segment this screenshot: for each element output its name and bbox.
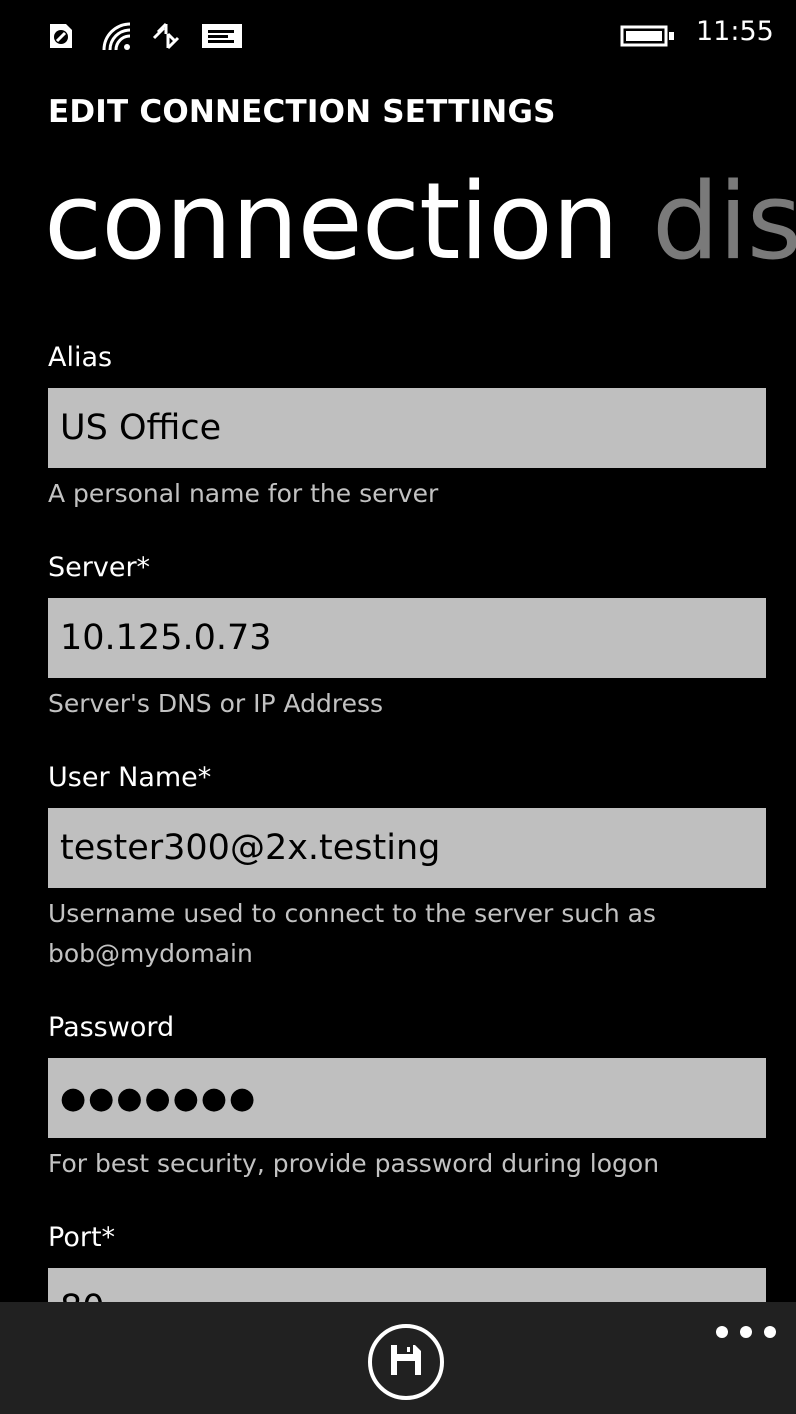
bluetooth-icon bbox=[150, 20, 182, 52]
password-label: Password bbox=[48, 1012, 175, 1043]
alias-field-group: Alias US Office A personal name for the … bbox=[48, 336, 766, 514]
pivot-header: connection dis bbox=[44, 152, 796, 292]
port-label: Port* bbox=[48, 1222, 116, 1253]
save-icon bbox=[388, 1342, 424, 1382]
server-help-text: Server's DNS or IP Address bbox=[48, 689, 384, 718]
save-button[interactable] bbox=[368, 1324, 444, 1400]
app-bar bbox=[0, 1302, 796, 1414]
wifi-signal-icon bbox=[100, 20, 134, 52]
more-icon-dot bbox=[764, 1326, 776, 1338]
alias-input[interactable]: US Office bbox=[48, 388, 766, 468]
alias-label: Alias bbox=[48, 342, 113, 373]
more-options-button[interactable] bbox=[716, 1322, 776, 1342]
password-input[interactable]: ●●●●●●● bbox=[48, 1058, 766, 1138]
username-help-text: Username used to connect to the server s… bbox=[48, 899, 656, 968]
more-icon-dot bbox=[740, 1326, 752, 1338]
username-label: User Name* bbox=[48, 762, 212, 793]
battery-icon bbox=[620, 25, 676, 51]
screen: 11:55 EDIT CONNECTION SETTINGS connectio… bbox=[0, 0, 796, 1414]
server-field-group: Server* 10.125.0.73 Server's DNS or IP A… bbox=[48, 546, 766, 724]
server-label: Server* bbox=[48, 552, 151, 583]
clock: 11:55 bbox=[696, 16, 774, 47]
server-input[interactable]: 10.125.0.73 bbox=[48, 598, 766, 678]
password-field-group: Password ●●●●●●● For best security, prov… bbox=[48, 1006, 766, 1184]
pivot-item-next[interactable]: dis bbox=[652, 160, 796, 283]
connection-form: Alias US Office A personal name for the … bbox=[48, 336, 766, 1380]
message-icon bbox=[200, 20, 244, 52]
pivot-item-connection[interactable]: connection bbox=[44, 160, 619, 283]
app-title: EDIT CONNECTION SETTINGS bbox=[48, 94, 556, 130]
username-input[interactable]: tester300@2x.testing bbox=[48, 808, 766, 888]
nfc-icon bbox=[46, 20, 76, 52]
username-field-group: User Name* tester300@2x.testing Username… bbox=[48, 756, 766, 974]
alias-help-text: A personal name for the server bbox=[48, 479, 439, 508]
status-bar: 11:55 bbox=[0, 0, 796, 72]
password-help-text: For best security, provide password duri… bbox=[48, 1149, 660, 1178]
more-icon bbox=[716, 1326, 728, 1338]
